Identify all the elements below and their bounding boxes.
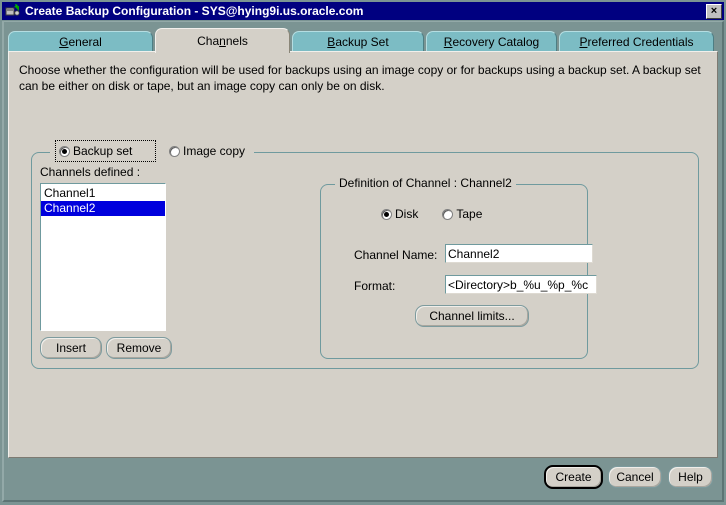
radio-disk-label: Disk: [395, 207, 419, 221]
create-button[interactable]: Create: [544, 465, 603, 489]
cancel-button-label: Cancel: [616, 470, 654, 484]
remove-button[interactable]: Remove: [106, 337, 172, 359]
panel-instructions: Choose whether the configuration will be…: [19, 63, 701, 93]
channel-name-label: Channel Name:: [354, 248, 438, 262]
radio-backup-set-label: Backup set: [73, 144, 133, 158]
create-button-label: Create: [555, 470, 592, 484]
close-icon[interactable]: ×: [706, 3, 722, 19]
channels-defined-label: Channels defined :: [40, 165, 141, 179]
media-type-radio-group: Disk Tape: [381, 207, 482, 221]
tab-recovery-catalog-label: Recovery Catalog: [443, 35, 540, 49]
tab-recovery-catalog[interactable]: Recovery Catalog: [426, 31, 557, 52]
dialog-footer: Create Cancel Help: [8, 462, 718, 492]
tab-backup-set[interactable]: Backup Set: [292, 31, 424, 52]
radio-image-copy-label: Image copy: [183, 144, 246, 158]
help-button[interactable]: Help: [668, 466, 713, 488]
window-titlebar: Create Backup Configuration - SYS@hying9…: [2, 2, 724, 20]
radio-tape[interactable]: Tape: [442, 207, 482, 221]
radio-backup-set[interactable]: Backup set: [59, 144, 132, 158]
window-title: Create Backup Configuration - SYS@hying9…: [25, 4, 364, 18]
channels-list[interactable]: Channel1 Channel2: [40, 183, 166, 331]
cancel-button[interactable]: Cancel: [608, 466, 662, 488]
backup-type-group: Backup set Image copy Channels defined :…: [31, 140, 699, 369]
channel-limits-button[interactable]: Channel limits...: [415, 305, 529, 327]
list-item[interactable]: Channel1: [41, 186, 165, 201]
format-input[interactable]: [445, 275, 597, 294]
remove-button-label: Remove: [116, 341, 162, 355]
tab-channels[interactable]: Channels: [155, 28, 290, 53]
tab-channels-label: Channels: [197, 34, 248, 48]
tab-preferred-credentials-label: Preferred Credentials: [579, 35, 694, 49]
tab-strip: General Channels Backup Set Recovery Cat…: [8, 28, 718, 53]
tab-backup-set-label: Backup Set: [327, 35, 389, 49]
radio-tape-dot: [442, 208, 454, 220]
radio-tape-label: Tape: [456, 207, 483, 221]
tab-general-label: General: [59, 35, 102, 49]
help-button-label: Help: [678, 470, 703, 484]
radio-image-copy-dot: [169, 145, 180, 157]
channel-name-input[interactable]: [445, 244, 593, 263]
channel-definition-legend: Definition of Channel : Channel2: [335, 176, 516, 190]
list-item[interactable]: Channel2: [41, 201, 165, 216]
insert-button[interactable]: Insert: [40, 337, 102, 359]
radio-backup-set-dot: [59, 145, 70, 157]
backup-config-icon: [5, 4, 21, 18]
tab-preferred-credentials[interactable]: Preferred Credentials: [559, 31, 714, 52]
channel-definition-group: Definition of Channel : Channel2 Disk Ta…: [320, 176, 597, 359]
backup-type-radio-group: Backup set Image copy: [50, 140, 254, 162]
channels-tab-panel: Choose whether the configuration will be…: [8, 51, 718, 458]
radio-disk[interactable]: Disk: [381, 207, 418, 221]
tab-general[interactable]: General: [8, 31, 153, 52]
create-backup-configuration-window: Create Backup Configuration - SYS@hying9…: [0, 0, 726, 505]
radio-image-copy[interactable]: Image copy: [169, 144, 245, 158]
format-label: Format:: [354, 279, 396, 293]
radio-disk-dot: [381, 208, 392, 220]
channel-limits-button-label: Channel limits...: [429, 309, 515, 323]
insert-button-label: Insert: [55, 341, 86, 355]
